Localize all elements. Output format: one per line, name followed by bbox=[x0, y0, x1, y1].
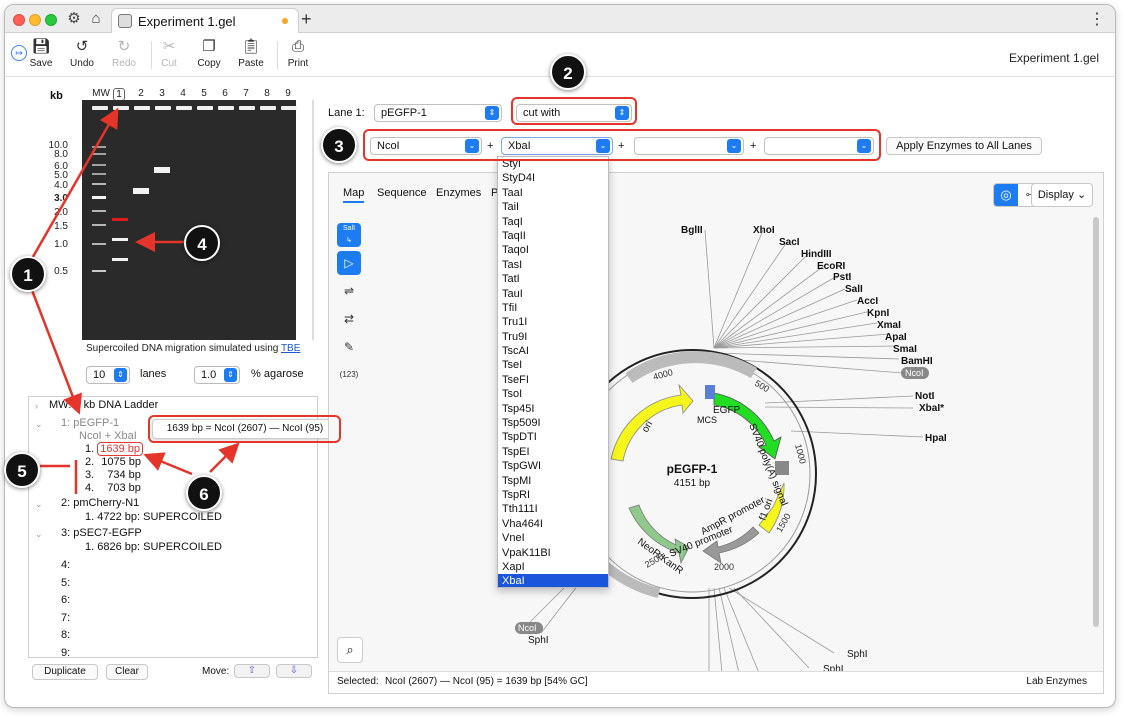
callout-6: 6 bbox=[186, 475, 222, 511]
callout-4: 4 bbox=[184, 225, 220, 261]
callout-5: 5 bbox=[4, 452, 40, 488]
red-arrows bbox=[28, 107, 240, 494]
callout-1: 1 bbox=[10, 256, 46, 292]
callout-2: 2 bbox=[550, 54, 586, 90]
callout-3: 3 bbox=[321, 127, 357, 163]
annotation-arrows bbox=[28, 107, 240, 494]
